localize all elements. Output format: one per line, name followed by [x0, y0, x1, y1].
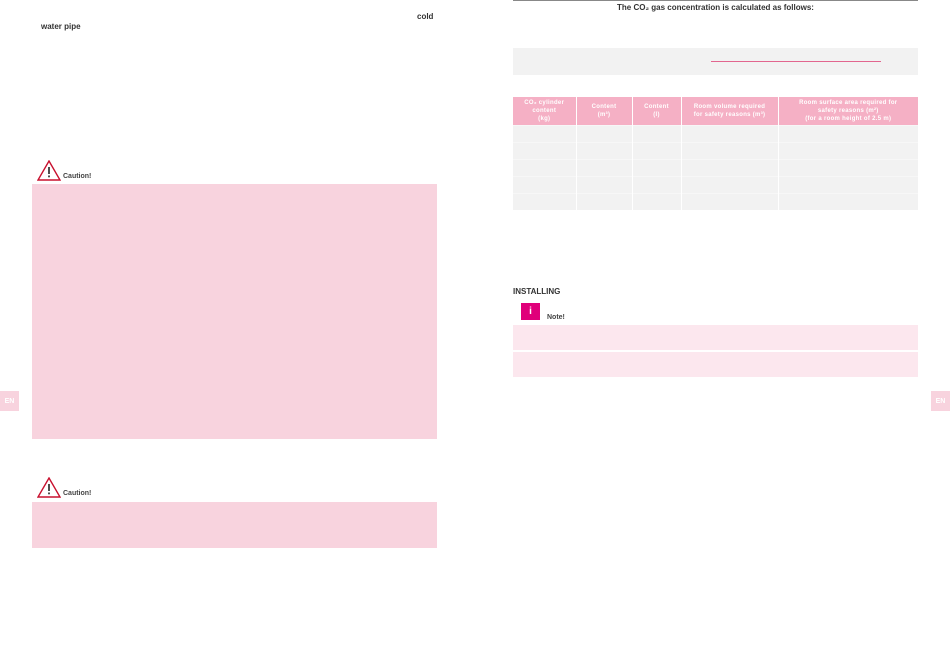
header-line: Content [591, 104, 617, 110]
formula-box [513, 48, 918, 75]
header-line: for safety reasons (m³) [693, 112, 766, 118]
header-line: (l) [653, 112, 660, 118]
table-header-cell: Room surface area required for safety re… [778, 97, 918, 126]
table-row [513, 142, 918, 160]
table-cell [681, 193, 779, 210]
table-cell [681, 142, 779, 160]
co2-heading: The CO₂ gas concentration is calculated … [617, 3, 814, 12]
table-cell [513, 176, 577, 194]
caution-heading-1: Caution! [37, 160, 91, 181]
table-cell [513, 142, 577, 160]
table-cell [681, 176, 779, 194]
table-cell [576, 159, 633, 177]
table-cell [681, 159, 779, 177]
table-cell [632, 193, 682, 210]
table-header-row: CO₂ cylinder content (kg) Content (m³) C… [513, 97, 918, 126]
table-row [513, 193, 918, 210]
caution-label: Caution! [63, 490, 92, 497]
header-line: safety reasons (m²) [817, 108, 879, 114]
header-line: (m³) [597, 112, 611, 118]
header-line: Content [644, 104, 669, 110]
table-header-cell: Room volume required for safety reasons … [681, 97, 779, 126]
caution-box-1 [32, 184, 437, 439]
header-line: content [532, 108, 557, 114]
table-cell [576, 193, 633, 210]
table-row [513, 125, 918, 143]
table-row [513, 159, 918, 177]
table-cell [513, 125, 577, 143]
table-cell [576, 142, 633, 160]
table-header-cell: Content (l) [632, 97, 682, 126]
table-cell [513, 159, 577, 177]
table-cell [576, 125, 633, 143]
warning-triangle-icon [37, 477, 61, 498]
table-cell [632, 176, 682, 194]
table-cell [778, 142, 918, 160]
header-line: (for a room height of 2.5 m) [805, 116, 892, 122]
table-cell [778, 125, 918, 143]
header-line: Room surface area required for [799, 100, 898, 106]
language-tab-right: EN [931, 391, 950, 411]
table-cell [632, 125, 682, 143]
header-line: Room volume required [693, 104, 766, 110]
caution-heading-2: Caution! [37, 477, 91, 498]
table-cell [576, 176, 633, 194]
table-cell [632, 159, 682, 177]
co2-table: CO₂ cylinder content (kg) Content (m³) C… [513, 97, 918, 210]
table-row [513, 176, 918, 194]
table-cell [513, 193, 577, 210]
header-line: (kg) [538, 116, 551, 122]
table-header-cell: Content (m³) [576, 97, 633, 126]
installing-heading: INSTALLING [513, 287, 561, 296]
note-label: Note! [547, 314, 565, 321]
formula-fraction-line [711, 61, 881, 62]
note-box-row-2 [513, 352, 918, 377]
top-rule [513, 0, 918, 1]
table-cell [778, 176, 918, 194]
table-cell [778, 159, 918, 177]
text-water-pipe: water pipe [41, 22, 81, 31]
caution-box-2 [32, 502, 437, 548]
table-cell [778, 193, 918, 210]
header-line: CO₂ cylinder [524, 100, 565, 106]
language-tab-left: EN [0, 391, 19, 411]
table-header-cell: CO₂ cylinder content (kg) [513, 97, 577, 126]
table-cell [681, 125, 779, 143]
caution-label: Caution! [63, 173, 92, 180]
table-cell [632, 142, 682, 160]
note-box-row-1 [513, 325, 918, 350]
warning-triangle-icon [37, 160, 61, 181]
info-icon: i [521, 303, 540, 320]
text-cold: cold [417, 12, 434, 21]
